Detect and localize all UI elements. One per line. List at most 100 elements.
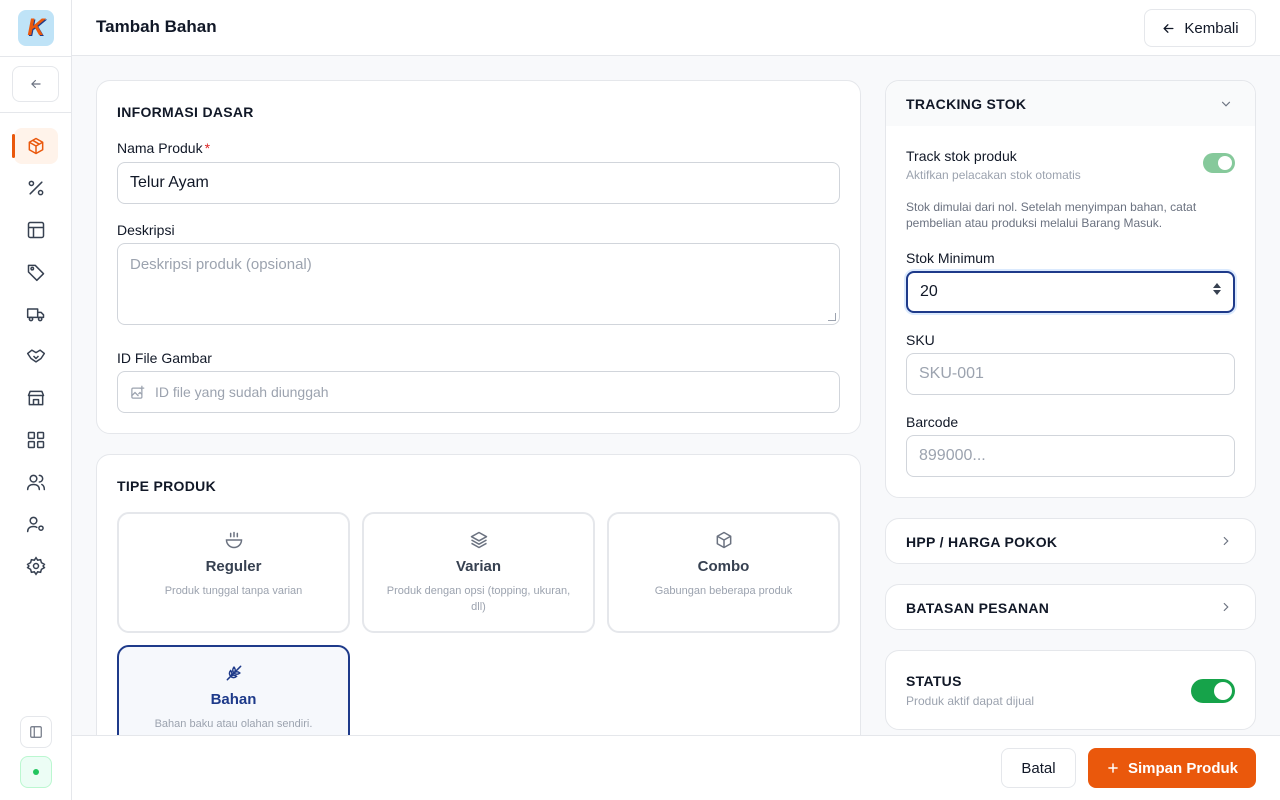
layers-icon [470, 531, 487, 549]
footer-bar: Batal Simpan Produk [72, 735, 1280, 800]
sidebar: K [0, 0, 72, 800]
basic-info-card: INFORMASI DASAR Nama Produk * Telur Ayam … [96, 80, 861, 434]
description-label: Deskripsi [117, 222, 175, 238]
chevron-right-icon [1223, 602, 1229, 612]
resize-grip-icon[interactable] [828, 313, 836, 321]
cancel-button[interactable]: Batal [1001, 748, 1076, 788]
online-dot-icon [33, 769, 39, 775]
topbar: Tambah Bahan Kembali [72, 0, 1280, 56]
image-id-placeholder: ID file yang sudah diunggah [155, 384, 329, 400]
basic-info-title: INFORMASI DASAR [117, 104, 254, 120]
type-option-name: Bahan [210, 691, 257, 708]
sidebar-collapse-button[interactable] [12, 66, 59, 102]
logo-letter: K [27, 14, 45, 41]
type-option-desc: Gabungan beberapa produk [654, 585, 793, 597]
type-option-reguler[interactable]: Reguler Produk tunggal tanpa varian [117, 512, 350, 633]
chevron-right-icon [1223, 536, 1229, 546]
sidebar-item-customers[interactable] [14, 464, 58, 500]
users-icon [26, 474, 46, 491]
wheat-icon [226, 665, 241, 681]
arrow-left-icon [1163, 23, 1174, 33]
type-option-desc: Produk tunggal tanpa varian [164, 585, 303, 597]
sidebar-item-partners[interactable] [14, 338, 58, 374]
tracking-title: TRACKING STOK [906, 96, 1027, 112]
sidebar-item-discounts[interactable] [14, 170, 58, 206]
sidebar-item-categories[interactable] [14, 422, 58, 458]
type-option-name: Reguler [205, 558, 262, 575]
track-stock-label: Track stok produk [906, 148, 1017, 164]
sidebar-item-layout[interactable] [14, 212, 58, 248]
min-stock-label: Stok Minimum [906, 250, 995, 266]
bowl-icon [225, 531, 242, 549]
sidebar-item-tags[interactable] [14, 254, 58, 290]
status-card: STATUS Produk aktif dapat dijual [885, 650, 1256, 730]
stepper-up-icon[interactable] [1213, 283, 1221, 288]
product-name-label-text: Nama Produk [117, 140, 203, 156]
product-name-label: Nama Produk * [117, 140, 210, 156]
sidebar-divider [0, 56, 72, 57]
number-stepper[interactable] [1213, 283, 1221, 295]
tag-icon [27, 264, 45, 282]
hpp-section[interactable]: HPP / HARGA POKOK [885, 518, 1256, 564]
sidebar-item-outlets[interactable] [14, 380, 58, 416]
sidebar-toggle-button[interactable] [20, 716, 52, 748]
status-indicator [20, 756, 52, 788]
layout-icon [27, 221, 45, 239]
order-limit-section[interactable]: BATASAN PESANAN [885, 584, 1256, 630]
settings-icon [26, 556, 46, 576]
status-toggle[interactable] [1191, 679, 1235, 703]
type-option-desc: Bahan baku atau olahan sendiri. [154, 718, 313, 730]
sidebar-item-products[interactable] [12, 128, 58, 164]
order-limit-title: BATASAN PESANAN [906, 600, 1050, 616]
page-title: Tambah Bahan [96, 17, 217, 36]
handshake-icon [26, 349, 46, 363]
arrow-left-icon [30, 79, 41, 89]
type-option-combo[interactable]: Combo Gabungan beberapa produk [607, 512, 840, 633]
required-marker: * [204, 140, 211, 156]
sidebar-panel-icon [30, 726, 42, 738]
barcode-input[interactable]: 899000... [906, 435, 1235, 477]
type-option-name: Combo [697, 558, 750, 575]
box-icon [716, 531, 731, 549]
chevron-down-icon[interactable] [1219, 97, 1233, 111]
toggle-knob [1218, 156, 1232, 170]
type-option-varian[interactable]: Varian Produk dengan opsi (topping, ukur… [362, 512, 595, 633]
status-title: STATUS [906, 673, 962, 689]
toggle-knob [1214, 682, 1232, 700]
hpp-title: HPP / HARGA POKOK [906, 534, 1058, 550]
back-button-label: Kembali [1184, 19, 1239, 37]
image-id-input[interactable]: ID file yang sudah diunggah [117, 371, 840, 413]
description-textarea[interactable]: Deskripsi produk (opsional) [117, 243, 840, 325]
box-icon [28, 137, 44, 155]
percent-icon [28, 180, 44, 196]
image-plus-icon [131, 385, 145, 399]
sku-label: SKU [906, 332, 935, 348]
product-name-input[interactable]: Telur Ayam [117, 162, 840, 204]
sidebar-item-delivery[interactable] [14, 296, 58, 332]
track-stock-toggle[interactable] [1203, 153, 1235, 173]
description-placeholder: Deskripsi produk (opsional) [130, 256, 312, 273]
product-type-title: TIPE PRODUK [117, 478, 216, 494]
sku-input[interactable]: SKU-001 [906, 353, 1235, 395]
image-id-label: ID File Gambar [117, 350, 212, 366]
back-button[interactable]: Kembali [1144, 9, 1256, 47]
truck-icon [26, 308, 45, 322]
save-button-label: Simpan Produk [1127, 759, 1239, 777]
sidebar-item-staff[interactable] [14, 506, 58, 542]
min-stock-value: 20 [920, 283, 938, 300]
type-option-desc: Produk dengan opsi (topping, ukuran, dll… [386, 585, 571, 613]
save-button[interactable]: Simpan Produk [1088, 748, 1256, 788]
product-type-card: TIPE PRODUK Reguler Produk tunggal tanpa… [96, 454, 861, 766]
barcode-label: Barcode [906, 414, 959, 430]
plus-icon [1108, 763, 1118, 773]
tracking-helper-text: Stok dimulai dari nol. Setelah menyimpan… [906, 200, 1197, 230]
sidebar-item-settings[interactable] [14, 548, 58, 584]
track-stock-sub: Aktifkan pelacakan stok otomatis [906, 168, 1081, 182]
app-logo[interactable]: K [18, 10, 54, 46]
stepper-down-icon[interactable] [1213, 290, 1221, 295]
min-stock-input[interactable]: 20 [906, 271, 1235, 313]
status-sub: Produk aktif dapat dijual [906, 694, 1035, 708]
sidebar-divider [0, 112, 72, 113]
tracking-card: TRACKING STOK Track stok produk Aktifkan… [885, 80, 1256, 498]
user-cog-icon [26, 516, 44, 533]
